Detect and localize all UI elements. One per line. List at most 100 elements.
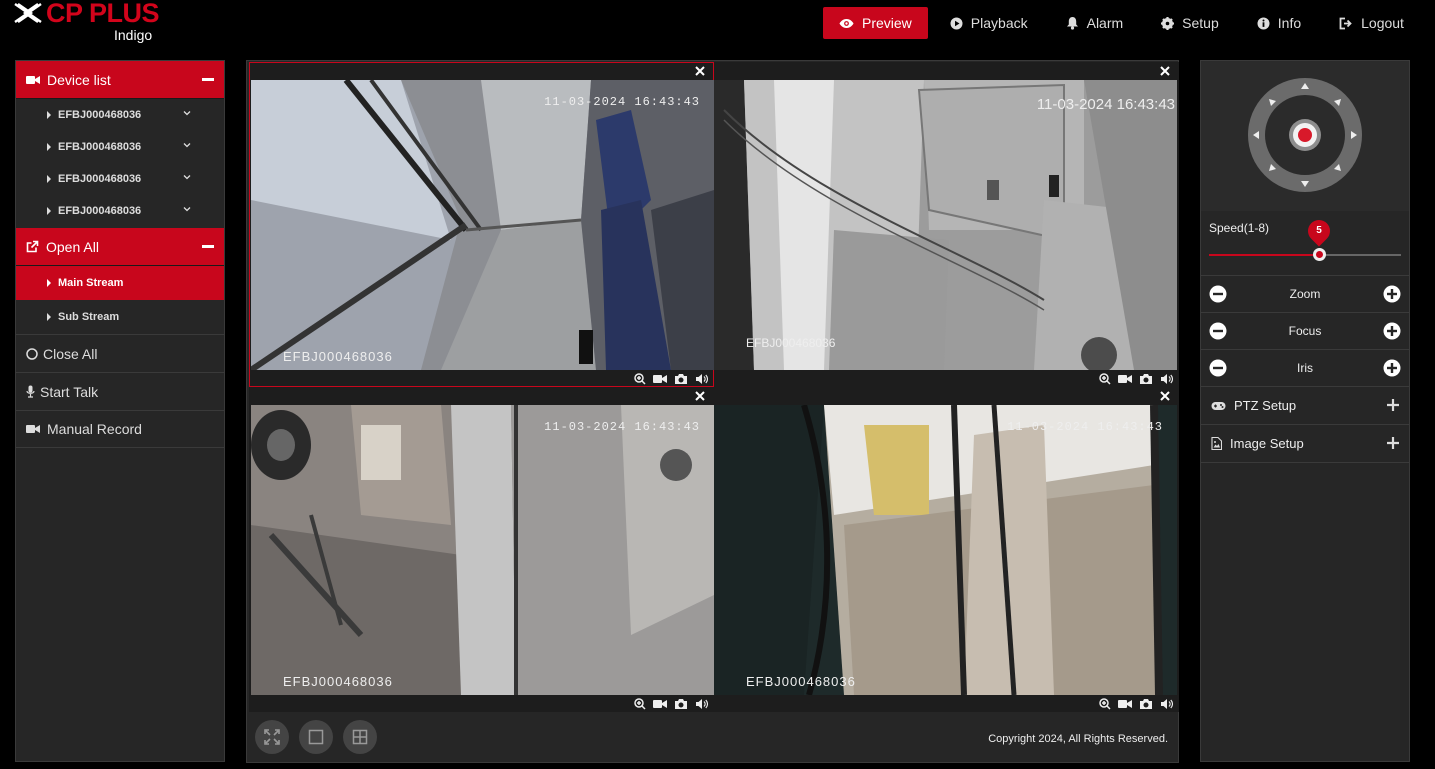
copyright-text: Copyright 2024, All Rights Reserved. [988, 733, 1168, 745]
nav-info[interactable]: Info [1241, 7, 1317, 39]
zoom-in-icon[interactable] [1099, 697, 1111, 710]
camera-feed-4: 11-03-2024 16:43:43 EFBJ000468036 [714, 405, 1177, 695]
layout-toolbar [255, 720, 377, 754]
focus-plus-button[interactable] [1383, 322, 1401, 340]
speed-slider-fill [1209, 254, 1319, 256]
zoom-control: Zoom [1201, 276, 1409, 313]
collapse-icon[interactable] [202, 245, 214, 248]
info-icon [1257, 17, 1270, 30]
video-pane-4[interactable]: 11-03-2024 16:43:43 EFBJ000468036 [714, 387, 1179, 712]
collapse-icon[interactable] [202, 78, 214, 81]
close-all-item[interactable]: Close All [16, 334, 224, 372]
timestamp-overlay: 11-03-2024 16:43:43 [1007, 420, 1163, 434]
top-bar: CP PLUS Indigo Preview Playback Alarm Se… [0, 0, 1435, 50]
zoom-in-icon[interactable] [1099, 372, 1111, 385]
record-icon[interactable] [1118, 374, 1132, 384]
close-all-label: Close All [43, 345, 98, 362]
close-icon[interactable] [694, 390, 706, 402]
audio-icon[interactable] [1160, 373, 1173, 385]
nav-logout[interactable]: Logout [1323, 7, 1420, 39]
snapshot-icon[interactable] [1139, 698, 1153, 710]
expand-plus-icon[interactable] [1387, 399, 1399, 411]
fullscreen-button[interactable] [255, 720, 289, 754]
audio-icon[interactable] [695, 373, 708, 385]
ptz-setup-row[interactable]: PTZ Setup [1201, 387, 1409, 425]
device-item[interactable]: EFBJ000468036 [16, 131, 224, 163]
quad-layout-icon [352, 729, 368, 745]
manual-record-item[interactable]: Manual Record [16, 410, 224, 448]
expand-plus-icon[interactable] [1387, 437, 1399, 449]
video-pane-2[interactable]: 11-03-2024 16:43:43 EFBJ000468036 [714, 62, 1179, 387]
iris-control: Iris [1201, 350, 1409, 387]
close-icon[interactable] [1159, 390, 1171, 402]
main-nav: Preview Playback Alarm Setup Info Logout [823, 7, 1426, 39]
speed-slider[interactable]: 5 [1209, 215, 1401, 261]
record-icon[interactable] [1118, 699, 1132, 709]
camera-feed-1: 11-03-2024 16:43:43 EFBJ000468036 [251, 80, 714, 370]
device-list-header[interactable]: Device list [16, 61, 224, 99]
single-view-button[interactable] [299, 720, 333, 754]
image-setup-row[interactable]: Image Setup [1201, 425, 1409, 463]
ptz-direction-pad[interactable] [1247, 77, 1363, 193]
left-sidebar: Device list EFBJ000468036 EFBJ000468036 … [15, 60, 225, 762]
device-item[interactable]: EFBJ000468036 [16, 99, 224, 131]
zoom-in-button[interactable] [1383, 285, 1401, 303]
nav-logout-label: Logout [1361, 15, 1404, 31]
camera-label-overlay: EFBJ000468036 [283, 674, 393, 689]
nav-playback[interactable]: Playback [934, 7, 1044, 39]
logo-text: CP PLUS [46, 0, 160, 28]
record-icon[interactable] [653, 374, 667, 384]
iris-label: Iris [1297, 361, 1313, 375]
quad-view-button[interactable] [343, 720, 377, 754]
chevron-down-icon[interactable] [183, 109, 191, 117]
close-icon[interactable] [694, 65, 706, 77]
snapshot-icon[interactable] [674, 698, 688, 710]
image-setup-label: Image Setup [1230, 436, 1304, 451]
close-icon[interactable] [1159, 65, 1171, 77]
snapshot-icon[interactable] [674, 373, 688, 385]
logout-icon [1339, 17, 1353, 30]
nav-preview[interactable]: Preview [823, 7, 928, 39]
chevron-down-icon[interactable] [183, 205, 191, 213]
cp-plus-logo: CP PLUS Indigo [14, 0, 164, 46]
logo-mark-icon [14, 3, 42, 23]
nav-setup[interactable]: Setup [1145, 7, 1235, 39]
logo-subtext: Indigo [114, 27, 153, 43]
iris-plus-button[interactable] [1383, 359, 1401, 377]
circle-icon [26, 347, 38, 360]
iris-minus-button[interactable] [1209, 359, 1227, 377]
pane-toolbar [1099, 695, 1173, 712]
chevron-down-icon[interactable] [183, 141, 191, 149]
caret-right-icon [47, 111, 51, 119]
manual-record-label: Manual Record [47, 421, 142, 437]
device-item[interactable]: EFBJ000468036 [16, 195, 224, 227]
caret-right-icon [47, 313, 51, 321]
zoom-out-button[interactable] [1209, 285, 1227, 303]
nav-alarm[interactable]: Alarm [1050, 7, 1140, 39]
sub-stream-label: Sub Stream [58, 311, 120, 323]
camera-feed-3: 11-03-2024 16:43:43 EFBJ000468036 [251, 405, 714, 695]
start-talk-item[interactable]: Start Talk [16, 372, 224, 410]
device-item[interactable]: EFBJ000468036 [16, 163, 224, 195]
bell-icon [1066, 16, 1079, 30]
sub-stream-item[interactable]: Sub Stream [16, 300, 224, 334]
zoom-in-icon[interactable] [634, 372, 646, 385]
video-pane-3[interactable]: 11-03-2024 16:43:43 EFBJ000468036 [249, 387, 714, 712]
speed-slider-handle[interactable] [1313, 248, 1326, 261]
main-stream-item[interactable]: Main Stream [16, 266, 224, 300]
camera-label-overlay: EFBJ000468036 [746, 336, 836, 350]
snapshot-icon[interactable] [1139, 373, 1153, 385]
device-item-label: EFBJ000468036 [58, 173, 142, 185]
video-pane-1[interactable]: 11-03-2024 16:43:43 EFBJ000468036 [249, 62, 714, 387]
single-layout-icon [308, 729, 324, 745]
audio-icon[interactable] [695, 698, 708, 710]
nav-playback-label: Playback [970, 15, 1028, 31]
focus-minus-button[interactable] [1209, 322, 1227, 340]
audio-icon[interactable] [1160, 698, 1173, 710]
zoom-in-icon[interactable] [634, 697, 646, 710]
open-all-header[interactable]: Open All [16, 228, 224, 266]
chevron-down-icon[interactable] [183, 173, 191, 181]
record-icon[interactable] [653, 699, 667, 709]
speed-control: Speed(1-8) 5 [1201, 211, 1409, 276]
pane-toolbar [634, 370, 708, 387]
